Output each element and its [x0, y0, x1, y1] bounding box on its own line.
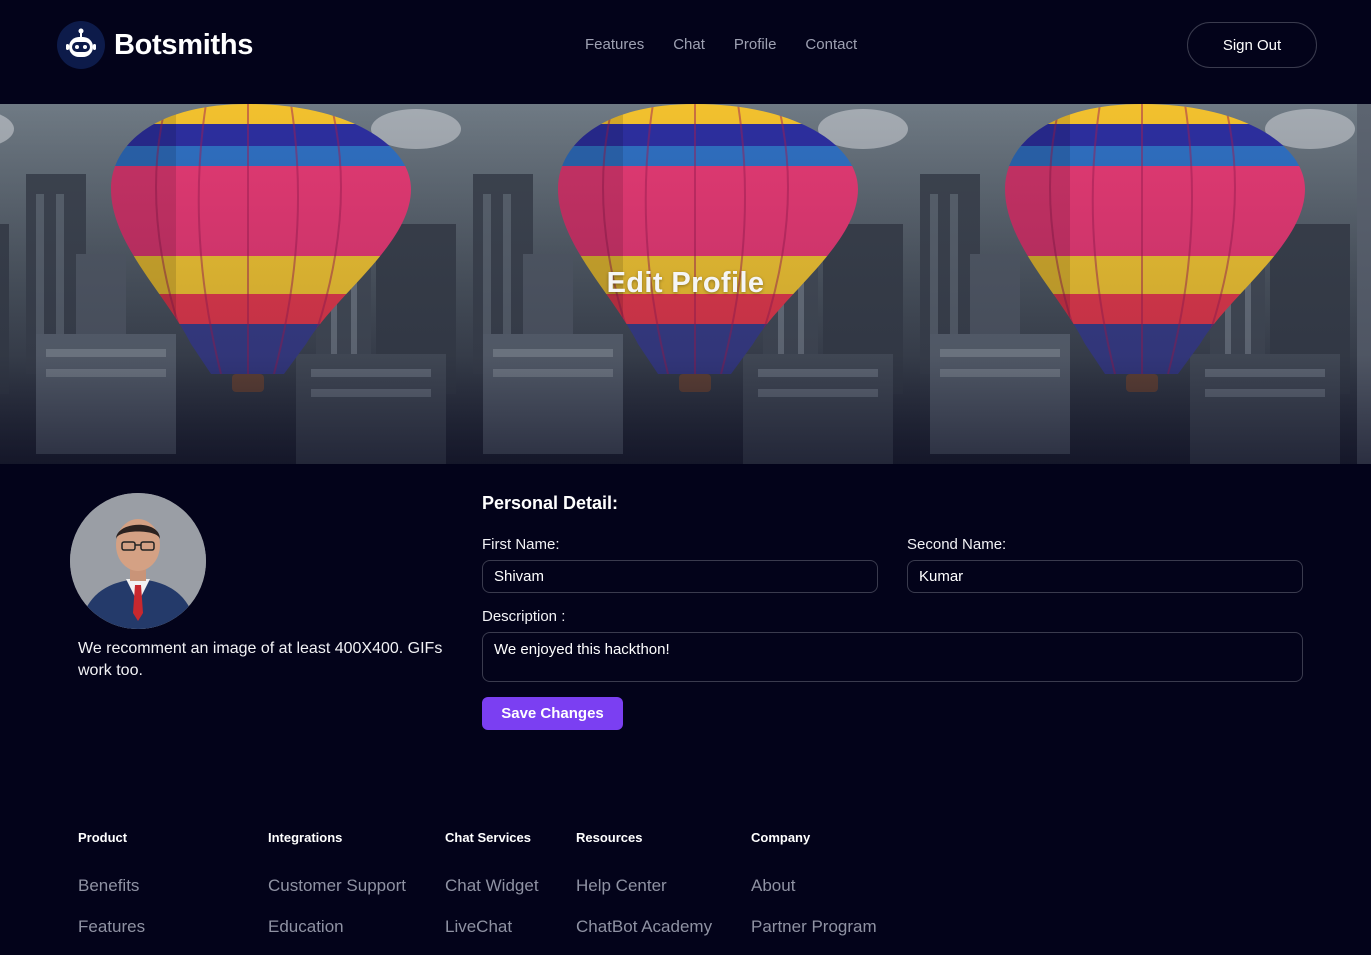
footer-heading: Product: [78, 830, 128, 845]
footer-link-education[interactable]: Education: [268, 917, 406, 937]
footer-link-features[interactable]: Features: [78, 917, 145, 937]
footer-link-partner-program[interactable]: Partner Program: [751, 917, 877, 937]
page-title: Edit Profile: [606, 267, 765, 299]
footer-link-help-center[interactable]: Help Center: [576, 876, 712, 896]
footer-column-integrations: Integrations Customer Support Education: [268, 830, 406, 937]
footer-heading: Integrations: [268, 830, 343, 845]
footer-heading: Chat Services: [445, 830, 531, 845]
footer-link-chatbot-academy[interactable]: ChatBot Academy: [576, 917, 712, 937]
footer-column-company: Company About Partner Program: [751, 830, 877, 937]
nav-features-link[interactable]: Features: [585, 35, 644, 55]
first-name-label: First Name:: [482, 536, 560, 553]
description-textarea[interactable]: We enjoyed this hackthon!: [482, 632, 1303, 682]
footer-column-resources: Resources Help Center ChatBot Academy: [576, 830, 712, 937]
nav-profile-link[interactable]: Profile: [734, 35, 777, 55]
sign-out-button[interactable]: Sign Out: [1187, 22, 1317, 68]
footer-heading: Company: [751, 830, 811, 845]
brand-name: Botsmiths: [114, 28, 254, 61]
second-name-input[interactable]: [907, 560, 1303, 593]
second-name-label: Second Name:: [907, 536, 1007, 553]
footer-column-product: Product Benefits Features: [78, 830, 145, 937]
site-header: Botsmiths Features Chat Profile Contact …: [0, 0, 1371, 104]
footer-link-chat-widget[interactable]: Chat Widget: [445, 876, 539, 896]
personal-detail-heading: Personal Detail:: [482, 493, 619, 513]
footer-heading: Resources: [576, 830, 643, 845]
avatar-size-hint: We recomment an image of at least 400X40…: [78, 640, 443, 679]
footer-link-about[interactable]: About: [751, 876, 877, 896]
first-name-input[interactable]: [482, 560, 878, 593]
main-nav: Features Chat Profile Contact: [585, 35, 886, 55]
footer-link-benefits[interactable]: Benefits: [78, 876, 145, 896]
hero-banner: Edit Profile: [0, 104, 1371, 464]
robot-icon: [57, 21, 105, 69]
footer-column-chat-services: Chat Services Chat Widget LiveChat: [445, 830, 539, 937]
footer-link-livechat[interactable]: LiveChat: [445, 917, 539, 937]
footer-link-customer-support[interactable]: Customer Support: [268, 876, 406, 896]
avatar[interactable]: [70, 493, 206, 629]
brand-logo[interactable]: Botsmiths: [57, 21, 253, 69]
description-label: Description :: [482, 608, 566, 625]
user-photo: [70, 493, 206, 629]
save-changes-button[interactable]: Save Changes: [482, 697, 623, 730]
nav-contact-link[interactable]: Contact: [805, 35, 857, 55]
nav-chat-link[interactable]: Chat: [673, 35, 705, 55]
